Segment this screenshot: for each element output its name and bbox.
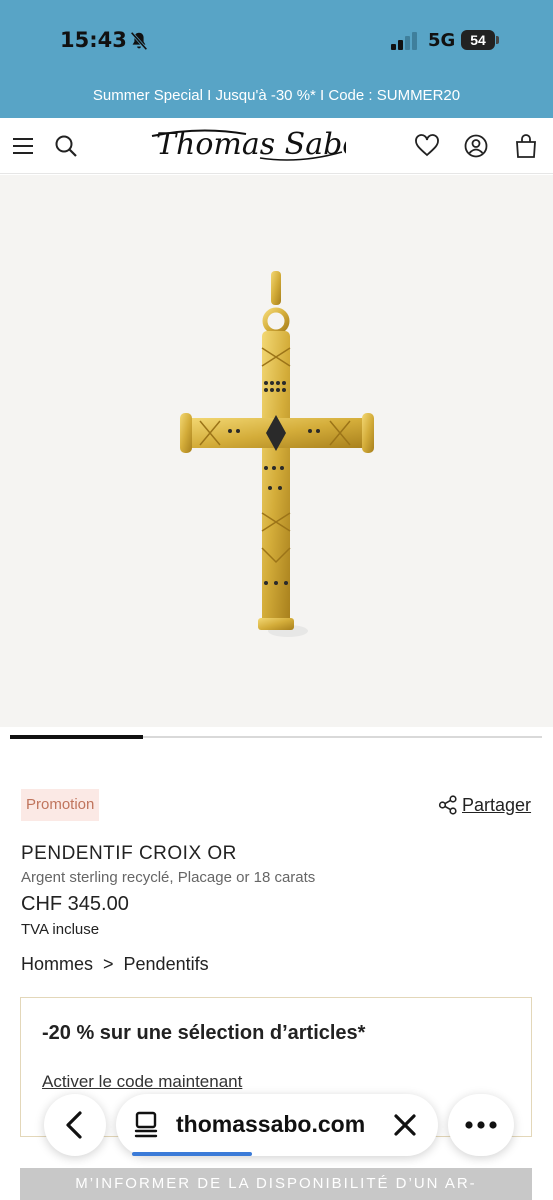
activate-code-link[interactable]: Activer le code maintenant: [42, 1072, 242, 1092]
product-price: CHF 345.00: [21, 893, 129, 915]
promo-banner-text[interactable]: Summer Special I Jusqu'à -30 %* I Code :…: [0, 87, 553, 104]
tabs-icon: [134, 1111, 158, 1138]
close-icon[interactable]: [392, 1112, 418, 1138]
breadcrumb-separator: >: [103, 954, 114, 974]
product-title: PENDENTIF CROIX OR: [21, 843, 237, 864]
breadcrumb: Hommes > Pendentifs: [21, 954, 209, 975]
battery-icon: 54: [461, 30, 499, 50]
offer-title: -20 % sur une sélection d’articles*: [42, 1022, 366, 1044]
share-label: Partager: [462, 794, 532, 815]
breadcrumb-hommes[interactable]: Hommes: [21, 954, 93, 975]
menu-icon[interactable]: [9, 132, 37, 160]
browser-more-button[interactable]: [448, 1094, 514, 1156]
browser-url-bar[interactable]: thomassabo.com: [116, 1094, 438, 1156]
gallery-progress-thumb: [10, 735, 143, 739]
site-header: Thomas Sabo: [0, 118, 553, 174]
signal-icon: [391, 32, 417, 50]
bell-slash-icon: [130, 31, 148, 51]
network-type: 5G: [428, 30, 456, 51]
product-subtitle: Argent sterling recyclé, Placage or 18 c…: [21, 869, 316, 886]
share-icon: [438, 795, 457, 815]
bag-icon[interactable]: [512, 132, 540, 160]
page-load-progress: [132, 1152, 252, 1156]
status-time: 15:43: [60, 28, 127, 52]
back-icon: [66, 1111, 82, 1139]
more-icon: [465, 1121, 497, 1129]
breadcrumb-pendentifs[interactable]: Pendentifs: [124, 954, 209, 975]
notify-availability-button[interactable]: M’INFORMER DE LA DISPONIBILITÉ D’UN AR-: [20, 1168, 532, 1200]
browser-back-button[interactable]: [44, 1094, 106, 1156]
product-image-gold-cross: [180, 271, 374, 637]
battery-level: 54: [470, 32, 486, 48]
top-banner-area: 15:43 5G 54 Summer Special I Jusqu'à -30…: [0, 0, 553, 118]
search-icon[interactable]: [52, 132, 80, 160]
account-icon[interactable]: [462, 132, 490, 160]
promotion-badge: Promotion: [21, 789, 100, 821]
vat-note: TVA incluse: [21, 921, 100, 938]
site-logo[interactable]: Thomas Sabo: [150, 124, 360, 168]
product-image-gallery[interactable]: [0, 175, 553, 727]
heart-icon[interactable]: [413, 132, 441, 160]
url-text: thomassabo.com: [176, 1111, 366, 1137]
share-button[interactable]: Partager: [438, 793, 531, 817]
